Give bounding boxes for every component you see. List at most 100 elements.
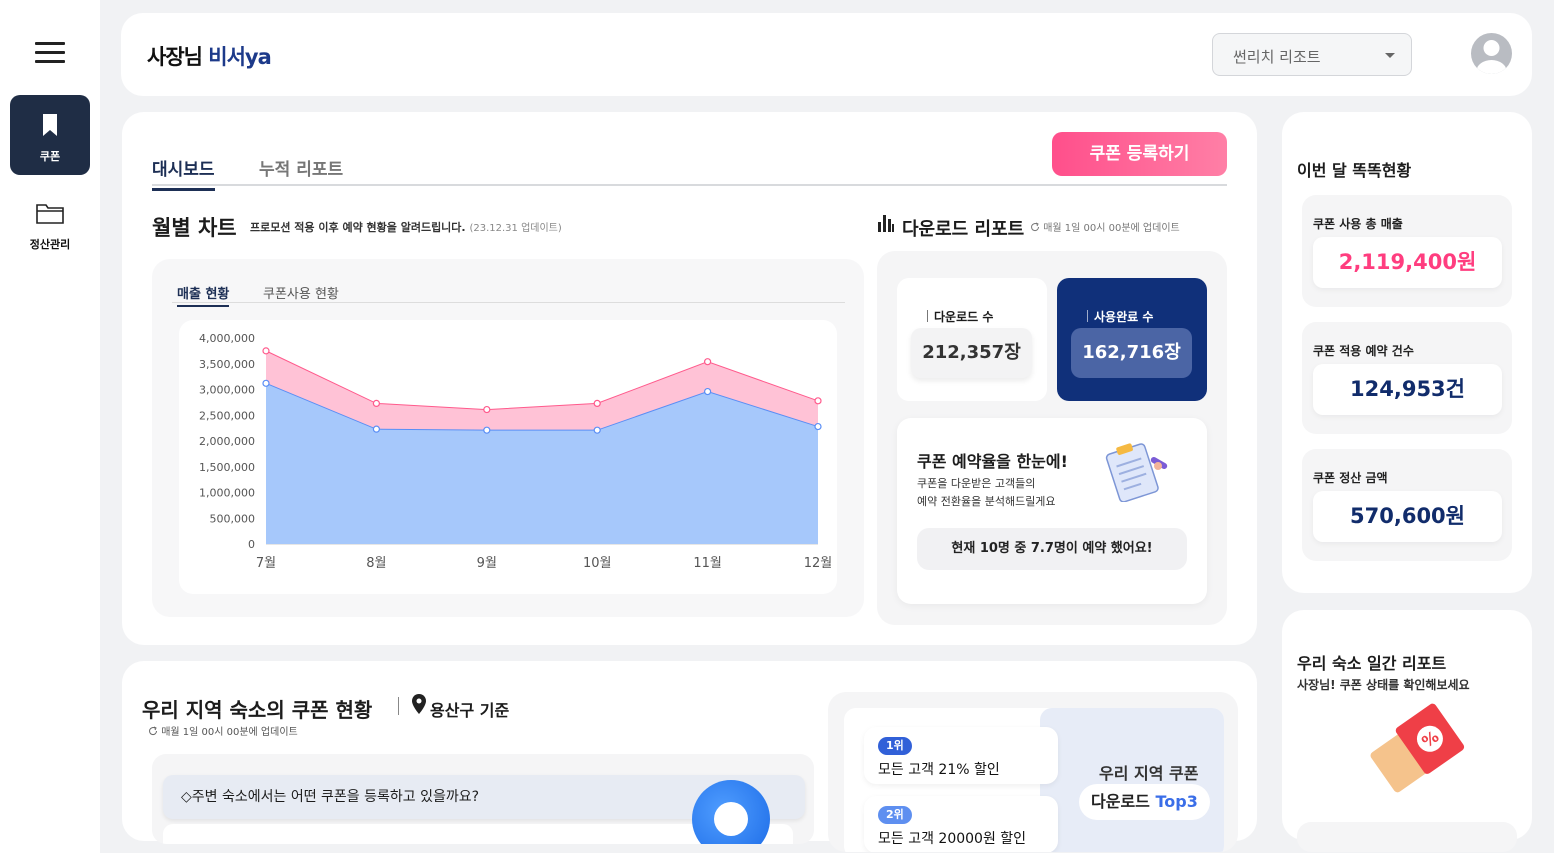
- clipboard-icon: [1105, 443, 1168, 502]
- y-tick-label: 3,000,000: [199, 384, 255, 397]
- bar-chart-icon: [878, 215, 894, 232]
- question-text: 주변 숙소에서는 어떤 쿠폰을 등록하고 있을까요?: [191, 789, 480, 805]
- data-point[interactable]: [483, 405, 491, 414]
- monthly-stats-card: 이번 달 똑똑현황 쿠폰 사용 총 매출 2,119,400원 쿠폰 적용 예약…: [1282, 112, 1532, 593]
- y-tick-label: 1,000,000: [199, 487, 255, 500]
- sidebar-item-coupon[interactable]: 쿠폰: [10, 95, 90, 175]
- sidebar-item-label: 정산관리: [29, 238, 71, 251]
- location-pin-icon: [412, 694, 426, 714]
- download-count-card: 다운로드 수 212,357장: [897, 278, 1047, 401]
- resort-select-value: 썬리치 리조트: [1233, 48, 1321, 66]
- logo[interactable]: 사장님 비서ya: [147, 41, 272, 71]
- question-panel: ◇주변 숙소에서는 어떤 쿠폰을 등록하고 있을까요?: [152, 754, 814, 844]
- rank-badge: 2위: [878, 806, 912, 824]
- avatar[interactable]: [1471, 33, 1512, 74]
- bookmark-icon: [10, 113, 90, 139]
- refresh-icon: [1031, 222, 1040, 232]
- coupon-ticket-icon: %: [1370, 703, 1465, 793]
- daily-report-subtitle: 사장님! 쿠폰 상태를 확인해보세요: [1297, 678, 1470, 692]
- rank-card-1[interactable]: 1위 모든 고객 21% 할인: [864, 727, 1058, 784]
- stat-value: 2,119,400원: [1313, 237, 1502, 288]
- sidebar-item-label: 쿠폰: [39, 150, 61, 163]
- y-tick-label: 2,500,000: [199, 409, 255, 422]
- download-count-value: 212,357장: [911, 328, 1032, 378]
- region-base: 용산구 기준: [430, 701, 510, 720]
- data-point[interactable]: [372, 425, 380, 433]
- register-coupon-button[interactable]: 쿠폰 등록하기: [1052, 132, 1227, 176]
- data-point[interactable]: [372, 399, 380, 408]
- data-point[interactable]: [703, 387, 712, 396]
- rate-title: 쿠폰 예약율을 한눈에!: [917, 452, 1068, 471]
- y-tick-label: 4,000,000: [199, 332, 255, 345]
- logo-text-blue: 비서ya: [208, 45, 271, 69]
- chart-svg: 4,000,000 3,500,000 3,000,000 2,500,000 2,00…: [199, 332, 833, 571]
- x-tick-label: 8월: [366, 556, 386, 571]
- rank-card-2[interactable]: 2위 모든 고객 20000원 할인: [864, 796, 1058, 852]
- logo-text-dark: 사장님: [147, 45, 209, 69]
- stat-label: 쿠폰 적용 예약 건수: [1313, 344, 1414, 358]
- x-tick-label: 12월: [804, 556, 833, 571]
- menu-icon[interactable]: [35, 42, 65, 64]
- data-point[interactable]: [814, 422, 822, 431]
- y-tick-label: 0: [248, 538, 255, 551]
- download-report-updated: 매월 1일 00시 00분에 업데이트: [1030, 219, 1180, 234]
- y-tick-label: 3,500,000: [199, 358, 255, 371]
- sidebar-item-settlement[interactable]: 정산관리: [10, 183, 90, 263]
- stat-total-sales: 쿠폰 사용 총 매출 2,119,400원: [1302, 195, 1512, 307]
- stat-label: 쿠폰 사용 총 매출: [1313, 217, 1403, 231]
- stat-reservation-count: 쿠폰 적용 예약 건수 124,953건: [1302, 322, 1512, 434]
- divider: [398, 697, 399, 715]
- y-tick-label: 500,000: [210, 512, 256, 525]
- top3-subtitle-accent: Top3: [1155, 792, 1198, 811]
- used-count-card: 사용완료 수 162,716장: [1057, 278, 1207, 401]
- area-chart: 4,000,000 3,500,000 3,000,000 2,500,000 2,00…: [179, 320, 837, 594]
- dashboard-panel: 대시보드 누적 리포트 쿠폰 등록하기 월별 차트 프로모션 적용 이후 예약 …: [122, 112, 1257, 645]
- top3-subtitle: 다운로드 Top3: [1079, 784, 1210, 820]
- data-point[interactable]: [814, 397, 822, 405]
- monthly-chart-title: 월별 차트: [152, 216, 237, 240]
- daily-report-card: 우리 숙소 일간 리포트 사장님! 쿠폰 상태를 확인해보세요 %: [1282, 610, 1532, 852]
- rank-badge: 1위: [878, 737, 912, 755]
- data-point[interactable]: [262, 347, 270, 355]
- folder-icon: [10, 201, 90, 227]
- download-report-title: 다운로드 리포트: [902, 219, 1025, 240]
- monthly-stats-title: 이번 달 똑똑현황: [1297, 161, 1412, 180]
- top3-inner: 1위 모든 고객 21% 할인 2위 모든 고객 20000원 할인 우리 지역…: [844, 708, 1224, 852]
- chart-panel: 매출 현황 쿠폰사용 현황 4,000,000 3,500,000 3,000,00…: [152, 259, 864, 617]
- data-point[interactable]: [703, 358, 712, 366]
- rank-text: 모든 고객 20000원 할인: [878, 831, 1027, 847]
- daily-report-item: [1297, 822, 1517, 852]
- diamond-icon: ◇: [181, 789, 192, 805]
- monthly-chart-desc: 프로모션 적용 이후 예약 현황을 알려드립니다. (23.12.31 업데이트…: [250, 219, 562, 235]
- region-coupon-card: 우리 지역 숙소의 쿠폰 현황 용산구 기준 매월 1일 00시 00분에 업데…: [122, 661, 1257, 852]
- stat-value: 570,600원: [1313, 491, 1502, 542]
- data-point[interactable]: [483, 426, 491, 434]
- tab-coupon-usage[interactable]: 쿠폰사용 현황: [263, 283, 339, 302]
- rank-text: 모든 고객 21% 할인: [878, 762, 1000, 778]
- tab-dashboard[interactable]: 대시보드: [152, 155, 215, 191]
- rate-desc: 쿠폰을 다운받은 고객들의 예약 전환율을 분석해드릴게요: [917, 475, 1097, 511]
- tab-sales[interactable]: 매출 현황: [177, 283, 230, 307]
- data-point[interactable]: [593, 426, 601, 434]
- monthly-chart-updated: (23.12.31 업데이트): [469, 223, 562, 234]
- download-report-updated-text: 매월 1일 00시 00분에 업데이트: [1043, 223, 1180, 234]
- stat-settlement-amount: 쿠폰 정산 금액 570,600원: [1302, 449, 1512, 561]
- reservation-rate-card: 쿠폰 예약율을 한눈에! 쿠폰을 다운받은 고객들의 예약 전환율을 분석해드릴…: [897, 418, 1207, 604]
- resort-select[interactable]: 썬리치 리조트: [1212, 33, 1412, 76]
- top3-title: 우리 지역 쿠폰: [1099, 764, 1199, 783]
- tab-cumulative-report[interactable]: 누적 리포트: [259, 155, 343, 188]
- caret-down-icon: [1385, 53, 1395, 58]
- data-point[interactable]: [593, 399, 601, 408]
- used-count-label-text: 사용완료 수: [1094, 310, 1154, 324]
- download-report-panel: 다운로드 수 212,357장 사용완료 수 162,716장 쿠폰 예약율을 …: [877, 251, 1227, 625]
- stat-label: 쿠폰 정산 금액: [1313, 471, 1388, 485]
- used-count-value: 162,716장: [1071, 328, 1192, 378]
- download-count-label-text: 다운로드 수: [934, 310, 994, 324]
- x-tick-label: 7월: [256, 556, 276, 571]
- data-point[interactable]: [262, 379, 270, 387]
- download-count-label: 다운로드 수: [927, 308, 993, 325]
- stat-value: 124,953건: [1313, 364, 1502, 415]
- x-tick-label: 10월: [583, 556, 612, 571]
- x-tick-label: 9월: [477, 556, 497, 571]
- top3-subtitle-prefix: 다운로드: [1091, 792, 1156, 811]
